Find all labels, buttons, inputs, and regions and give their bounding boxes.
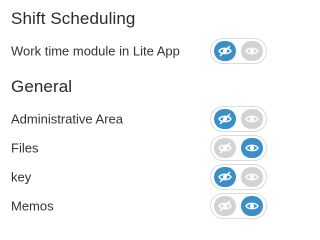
setting-row-memos: Memos bbox=[11, 193, 269, 219]
eye-icon bbox=[245, 173, 259, 181]
eye-slash-icon bbox=[218, 171, 232, 183]
eye-icon bbox=[245, 144, 259, 152]
setting-row-files: Files bbox=[11, 135, 269, 161]
eye-slash-icon bbox=[218, 142, 232, 154]
visibility-toggle[interactable] bbox=[210, 38, 267, 64]
section-title-shift-scheduling: Shift Scheduling bbox=[11, 9, 136, 28]
hide-option[interactable] bbox=[214, 109, 236, 129]
setting-label: key bbox=[11, 169, 32, 185]
setting-label: Work time module in Lite App bbox=[11, 43, 180, 59]
hide-option[interactable] bbox=[214, 167, 236, 187]
hide-option[interactable] bbox=[214, 196, 236, 216]
visibility-toggle[interactable] bbox=[210, 193, 267, 219]
section-title-general: General bbox=[11, 77, 73, 96]
hide-option[interactable] bbox=[214, 138, 236, 158]
setting-label: Memos bbox=[11, 198, 54, 214]
eye-slash-icon bbox=[218, 45, 232, 57]
show-option[interactable] bbox=[241, 196, 263, 216]
setting-row-key: key bbox=[11, 164, 269, 190]
setting-row-administrative-area: Administrative Area bbox=[11, 106, 269, 132]
setting-label: Files bbox=[11, 140, 39, 156]
setting-row-work-time-module: Work time module in Lite App bbox=[11, 38, 269, 64]
show-option[interactable] bbox=[241, 109, 263, 129]
setting-label: Administrative Area bbox=[11, 111, 123, 127]
eye-icon bbox=[245, 202, 259, 210]
show-option[interactable] bbox=[241, 167, 263, 187]
hide-option[interactable] bbox=[214, 41, 236, 61]
eye-icon bbox=[245, 47, 259, 55]
show-option[interactable] bbox=[241, 41, 263, 61]
eye-icon bbox=[245, 115, 259, 123]
eye-slash-icon bbox=[218, 200, 232, 212]
visibility-toggle[interactable] bbox=[210, 106, 267, 132]
eye-slash-icon bbox=[218, 113, 232, 125]
show-option[interactable] bbox=[241, 138, 263, 158]
visibility-toggle[interactable] bbox=[210, 164, 267, 190]
visibility-toggle[interactable] bbox=[210, 135, 267, 161]
